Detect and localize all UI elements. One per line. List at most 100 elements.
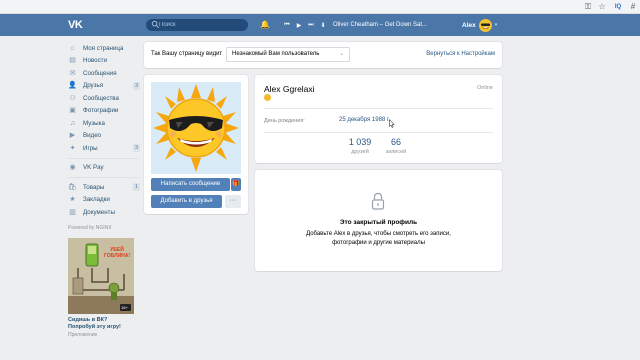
news-icon: ▤ [69,57,76,65]
sidebar-item-label: VK Pay [83,164,104,172]
sidebar-item-label: Музыка [83,119,105,127]
sidebar-item-games[interactable]: ✦ Игры 3 [68,142,140,155]
sidebar-item-label: Моя страница [83,44,124,52]
send-message-button[interactable]: Написать сообщение [151,178,230,191]
photos-icon: ▣ [69,107,76,115]
bookmarks-icon: ★ [69,196,76,204]
sidebar-item-news[interactable]: ▤ Новости [68,55,140,68]
ad-banner-text: УБЕЙ ГОБЛИНА! [103,246,131,259]
ad-subtitle: Приложение [68,331,98,338]
gift-icon[interactable]: 🎁 [231,178,241,191]
sidebar-item-label: Закладки [83,196,110,204]
sidebar-item-label: Игры [83,144,98,152]
closed-profile-text: Добавьте Alex в друзья, чтобы смотреть е… [306,231,451,246]
browser-toolbar: ⚿ ☆ IQ # [0,0,640,14]
goods-icon: 🛍 [68,183,77,191]
friends-icon: 👤 [68,82,77,90]
view-as-panel: Так Вашу страницу видит Незнакомый Вам п… [144,42,502,68]
groups-icon: ⚇ [69,94,76,102]
view-as-selected-value: Незнакомый Вам пользователь [232,51,320,57]
sidebar-item-label: Друзья [83,82,104,90]
sidebar-item-goods[interactable]: 🛍 Товары 1 [68,181,140,194]
mouse-cursor-icon [389,119,395,128]
profile-info-card: Alex Ggrelaxi Online День рождения: 25 д… [255,75,502,163]
birthday-value[interactable]: 25 декабря 1988 г. [339,117,390,123]
posts-count: 66 [390,137,401,147]
sidebar-item-messages[interactable]: ✉ Сообщения [68,67,140,80]
view-as-label: Так Вашу страницу видит [151,51,223,57]
more-actions-button[interactable]: ··· [225,195,241,208]
counter-badge: 3 [133,81,140,90]
home-icon: ⌂ [70,44,75,52]
powered-by-text: Powered by NGINX [68,224,112,231]
previous-track-icon[interactable]: ⏮ [283,22,291,29]
chevron-down-icon: ⌄ [338,51,344,57]
posts-counter[interactable]: 66 записей [371,137,421,155]
ad-title[interactable]: Сидишь в ВК? Попробуй эту игру! [68,317,134,331]
search-box[interactable] [146,19,248,31]
ad-block[interactable]: УБЕЙ ГОБЛИНА! 16+ Сидишь в ВК? Попробуй эт… [68,237,134,338]
documents-icon: ▥ [69,208,76,216]
extension-icon[interactable]: IQ [613,2,623,12]
counter-badge: 1 [133,183,140,191]
profile-photo[interactable] [151,82,241,174]
track-title[interactable]: Oliver Cheatham – Get Down Sat... [333,22,427,28]
messages-icon: ✉ [69,69,76,77]
divider [264,108,493,109]
sidebar-item-label: Товары [83,183,105,191]
sidebar-item-label: Новости [83,57,107,65]
lock-icon [371,192,385,210]
divider [264,132,493,133]
grid-extension-icon[interactable]: # [628,2,638,12]
posts-label: записей [385,149,407,155]
video-icon: ▶ [69,132,76,140]
birthday-label: День рождения: [264,118,305,124]
sidebar-item-label: Документы [83,208,115,216]
sidebar-item-label: Сообщения [83,69,117,77]
ad-image[interactable]: УБЕЙ ГОБЛИНА! 16+ [68,237,134,314]
divider [68,177,138,178]
sidebar-item-groups[interactable]: ⚇ Сообщества [68,92,140,105]
sidebar-item-friends[interactable]: 👤 Друзья 3 [68,80,140,93]
notifications-bell-icon[interactable]: 🔔 [260,19,270,31]
vkpay-icon: ◉ [69,164,76,172]
profile-name: Alex Ggrelaxi [264,84,315,94]
sidebar-item-photos[interactable]: ▣ Фотографии [68,105,140,118]
top-header: VK 🔔 ⏮ ▶ ⏭ ⬇ Oliver Cheatham – Get Down … [0,14,640,36]
online-status: Online [477,85,493,91]
status-emoji-icon [264,94,271,101]
games-icon: ✦ [69,144,76,152]
search-input[interactable] [159,19,243,31]
key-icon[interactable]: ⚿ [583,2,593,12]
counter-badge: 3 [133,144,140,152]
music-icon: ♫ [69,119,76,127]
closed-profile-title: Это закрытый профиль [339,219,418,226]
profile-photo-card: Написать сообщение 🎁 Добавить в друзья ·… [144,75,248,214]
left-navigation: ⌂ Моя страница ▤ Новости ✉ Сообщения 👤 Друзья 3 ⚇… [68,42,140,338]
sidebar-item-label: Видео [83,132,102,140]
add-friend-button[interactable]: Добавить в друзья [151,195,222,208]
star-icon[interactable]: ☆ [597,2,607,12]
audio-player: ⏮ ▶ ⏭ ⬇ Oliver Cheatham – Get Down Sat..… [283,19,427,31]
play-icon[interactable]: ▶ [295,22,303,29]
sidebar-item-label: Сообщества [83,94,119,102]
sidebar-item-home[interactable]: ⌂ Моя страница [68,42,140,55]
sidebar-item-documents[interactable]: ▥ Документы [68,206,140,219]
age-badge: 16+ [121,304,128,310]
back-to-settings-link[interactable]: Вернуться к Настройкам [426,51,495,57]
header-user-name: Alex [462,21,476,29]
view-as-select[interactable]: Незнакомый Вам пользователь ⌄ [226,47,350,62]
sidebar-item-vkpay[interactable]: ◉ VK Pay [68,162,140,175]
sidebar-item-label: Фотографии [83,107,119,115]
sidebar-item-music[interactable]: ♫ Музыка [68,117,140,130]
user-menu[interactable]: Alex ▾ [462,18,497,32]
divider [68,157,138,159]
closed-profile-card: Это закрытый профиль Добавьте Alex в дру… [255,170,502,271]
header-avatar [478,18,492,32]
sidebar-item-bookmarks[interactable]: ★ Закладки [68,194,140,207]
sidebar-item-video[interactable]: ▶ Видео [68,130,140,143]
add-track-icon[interactable]: ⬇ [319,22,327,29]
chevron-down-icon: ▾ [494,22,498,28]
vk-logo[interactable]: VK [68,18,88,32]
next-track-icon[interactable]: ⏭ [307,22,315,29]
